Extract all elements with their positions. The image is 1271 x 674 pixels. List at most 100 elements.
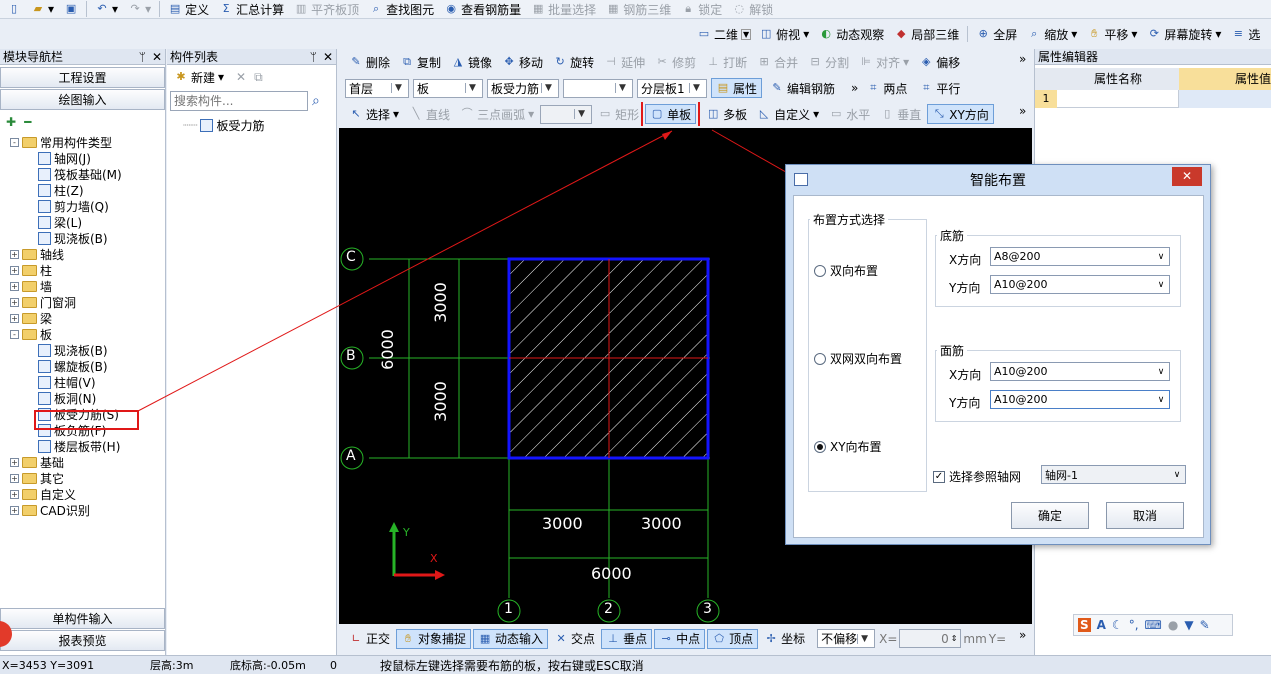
- tree-folder[interactable]: + 门窗洞: [10, 294, 165, 310]
- single-input-button[interactable]: 单构件输入: [0, 608, 165, 629]
- perp-button[interactable]: ⊥ 垂点: [601, 628, 653, 649]
- collapse-icon[interactable]: -: [10, 329, 19, 339]
- expand-icon[interactable]: +: [10, 473, 19, 483]
- tree-folder[interactable]: - 常用构件类型: [10, 134, 165, 150]
- unlock-button[interactable]: ◌ 解锁: [728, 0, 777, 18]
- expand-icon[interactable]: +: [10, 457, 19, 467]
- find-element-button[interactable]: ⌕ 查找图元: [365, 0, 438, 18]
- close-icon[interactable]: ✕: [323, 50, 333, 64]
- tree-item[interactable]: 柱(Z): [10, 182, 165, 198]
- mirror-button[interactable]: ◮ 镜像: [447, 52, 496, 72]
- pin-icon[interactable]: ᛘ: [310, 50, 317, 64]
- top-x-combo[interactable]: A10@200 ∨: [990, 362, 1170, 381]
- ref-axis-combo[interactable]: 轴网-1 ∨: [1041, 465, 1186, 484]
- tree-item[interactable]: 楼层板带(H): [10, 438, 165, 454]
- rect-button[interactable]: ▭ 矩形: [594, 104, 643, 124]
- sum-calc-button[interactable]: Σ 汇总计算: [215, 0, 288, 18]
- component-select[interactable]: ▼: [563, 78, 633, 98]
- punct-icon[interactable]: °,: [1129, 618, 1139, 632]
- wrench-icon[interactable]: ✎: [1200, 618, 1210, 632]
- tree-item[interactable]: 柱帽(V): [10, 374, 165, 390]
- toolbar-overflow-chevron[interactable]: »: [1019, 52, 1026, 66]
- search-icon[interactable]: ⌕: [312, 93, 320, 109]
- moon-icon[interactable]: ☾: [1112, 618, 1123, 632]
- tree-folder[interactable]: + 墙: [10, 278, 165, 294]
- intersect-button[interactable]: ✕ 交点: [550, 629, 599, 649]
- coord-button[interactable]: ✢ 坐标: [760, 629, 809, 649]
- arc3-button[interactable]: ⌒ 三点画弧 ▾: [456, 104, 538, 124]
- expand-icon[interactable]: +: [10, 297, 19, 307]
- xy-direction-button[interactable]: ⤡ XY方向: [927, 104, 994, 124]
- view-mode-select[interactable]: ▭ 二维 ▼: [695, 24, 753, 44]
- tree-folder[interactable]: + 轴线: [10, 246, 165, 262]
- dynamic-view-button[interactable]: ◐ 动态观察: [815, 24, 888, 44]
- batch-select-button[interactable]: ▦ 批量选择: [527, 0, 600, 18]
- offset-button[interactable]: ◈ 偏移: [915, 52, 964, 72]
- rebar-3d-button[interactable]: ▦ 钢筋三维: [602, 0, 675, 18]
- select-button[interactable]: ↖ 选择 ▾: [345, 104, 403, 124]
- snap-overflow-chevron[interactable]: »: [1019, 628, 1026, 642]
- save-button[interactable]: ▣: [60, 0, 82, 18]
- dialog-close-button[interactable]: ✕: [1172, 167, 1202, 186]
- radio-double-indicator[interactable]: [814, 264, 826, 277]
- toolbar-overflow-chevron[interactable]: »: [1019, 104, 1026, 118]
- move-button[interactable]: ✥ 移动: [498, 52, 547, 72]
- tree-item[interactable]: 螺旋板(B): [10, 358, 165, 374]
- redo-button[interactable]: ↷ ▾: [124, 0, 155, 18]
- fullscreen-button[interactable]: ⊕ 全屏: [972, 24, 1021, 44]
- component-item[interactable]: ┈┈ 板受力筋: [167, 117, 336, 133]
- radio-double-net[interactable]: 双网双向布置: [814, 350, 902, 367]
- delete-component-icon[interactable]: ✕: [236, 70, 246, 84]
- ime-letter-icon[interactable]: A: [1097, 618, 1106, 632]
- horizontal-button[interactable]: ▭ 水平: [825, 104, 874, 124]
- local-3d-button[interactable]: ◆ 局部三维: [890, 24, 963, 44]
- user-icon[interactable]: ●: [1168, 618, 1178, 632]
- flat-top-button[interactable]: ▥ 平齐板顶: [290, 0, 363, 18]
- top-view-button[interactable]: ◫ 俯视 ▾: [755, 24, 813, 44]
- checkmark-icon[interactable]: ✓: [933, 470, 945, 483]
- tree-folder[interactable]: + 自定义: [10, 486, 165, 502]
- view-rebar-qty-button[interactable]: ◉ 查看钢筋量: [440, 0, 525, 18]
- multi-slab-button[interactable]: ◫ 多板: [702, 104, 751, 124]
- midpoint-button[interactable]: ⊸ 中点: [654, 628, 706, 649]
- tree-item[interactable]: 板负筋(F): [10, 422, 165, 438]
- collapse-icon[interactable]: -: [10, 137, 19, 147]
- new-component-button[interactable]: ✱ 新建 ▾: [170, 67, 228, 87]
- floor-select[interactable]: 首层 ▼: [345, 78, 409, 98]
- tree-item[interactable]: 轴网(J): [10, 150, 165, 166]
- radio-xy-indicator[interactable]: [814, 440, 826, 453]
- tree-item[interactable]: 板受力筋(S): [10, 406, 165, 422]
- x-input[interactable]: 0 ⇕: [899, 629, 962, 648]
- select-tail-button[interactable]: ≡ 选: [1227, 24, 1264, 44]
- pin-icon[interactable]: ᛘ: [139, 50, 146, 64]
- merge-button[interactable]: ⊞ 合并: [753, 52, 802, 72]
- type-select[interactable]: 板受力筋 ▼: [487, 78, 559, 98]
- layer-select[interactable]: 分层板1 ▼: [637, 78, 707, 98]
- define-button[interactable]: ▤ 定义: [164, 0, 213, 18]
- arc-option-select[interactable]: ▼: [540, 104, 593, 124]
- lock-button[interactable]: 🔒︎ 锁定: [677, 0, 726, 18]
- tree-item[interactable]: 剪力墙(Q): [10, 198, 165, 214]
- custom-button[interactable]: ◺ 自定义 ▾: [753, 104, 823, 124]
- pan-button[interactable]: ✋︎ 平移 ▾: [1083, 24, 1141, 44]
- trim-button[interactable]: ✂ 修剪: [651, 52, 700, 72]
- category-select[interactable]: 板 ▼: [413, 78, 483, 98]
- collapse-all-icon[interactable]: ━: [24, 115, 31, 129]
- close-icon[interactable]: ✕: [152, 50, 162, 64]
- dialog-cancel-button[interactable]: 取消: [1106, 502, 1184, 529]
- ortho-button[interactable]: ∟ 正交: [345, 629, 394, 649]
- rotate-button[interactable]: ↻ 旋转: [549, 52, 598, 72]
- shirt-icon[interactable]: ▼: [1184, 618, 1193, 632]
- tree-item[interactable]: 现浇板(B): [10, 342, 165, 358]
- ref-axis-checkbox[interactable]: ✓ 选择参照轴网: [933, 468, 1021, 485]
- offset-mode-select[interactable]: 不偏移 ▼: [817, 629, 876, 648]
- expand-all-icon[interactable]: ✚: [6, 115, 16, 129]
- radio-double[interactable]: 双向布置: [814, 262, 878, 279]
- tree-folder[interactable]: + 其它: [10, 470, 165, 486]
- zoom-button[interactable]: ⌕ 缩放 ▾: [1023, 24, 1081, 44]
- line-button[interactable]: ╲ 直线: [405, 104, 454, 124]
- expand-icon[interactable]: +: [10, 505, 19, 515]
- copy-button[interactable]: ⧉ 复制: [396, 52, 445, 72]
- osnap-button[interactable]: ✋︎ 对象捕捉: [396, 628, 472, 649]
- attribute-button[interactable]: ▤ 属性: [711, 78, 763, 98]
